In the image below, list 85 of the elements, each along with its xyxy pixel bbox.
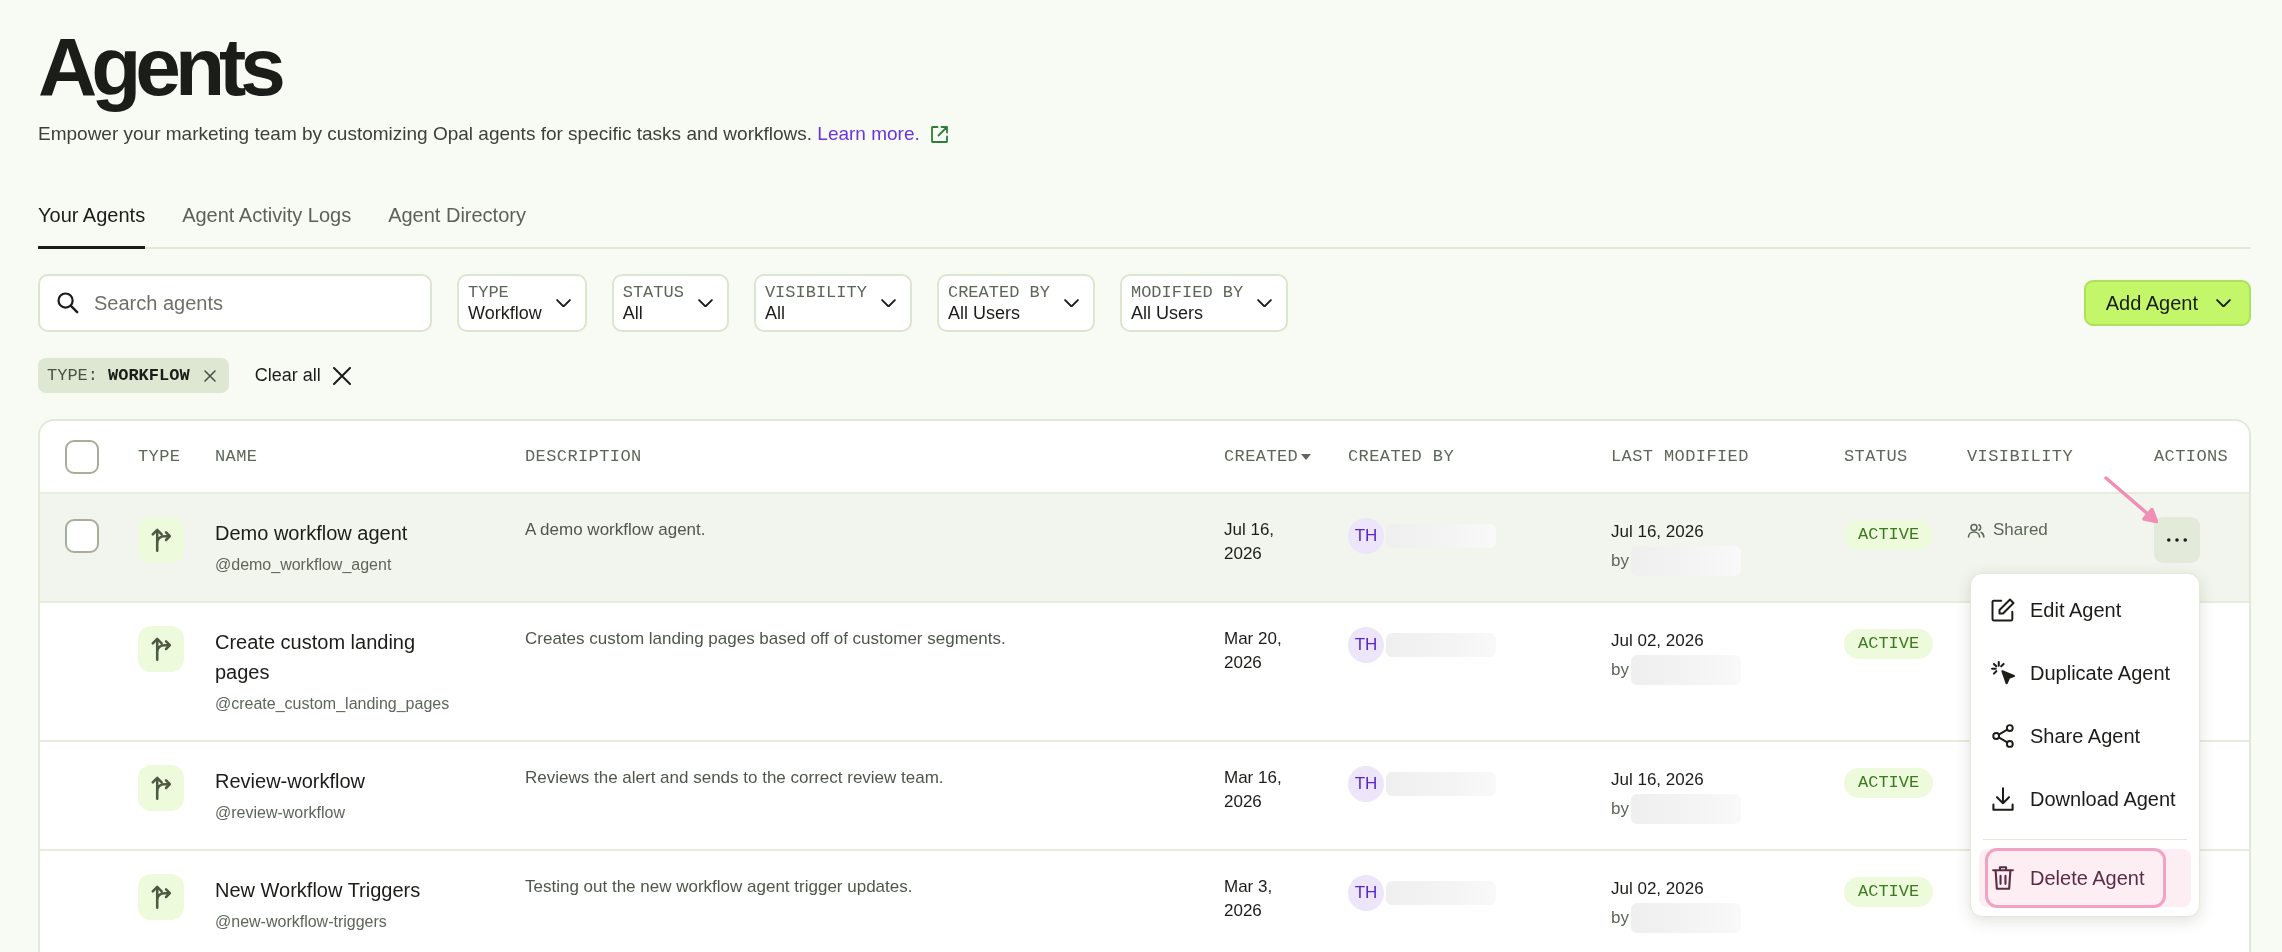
page-title: Agents (38, 22, 280, 112)
agent-name[interactable]: New Workflow Triggers (215, 875, 421, 905)
chevron-down-icon (1063, 298, 1079, 308)
modified-date: Jul 02, 2026 (1611, 878, 1704, 900)
page-description: Empower your marketing team by customizing Opal agents for specific tasks and workflows. Learn more. (38, 120, 948, 148)
agent-name[interactable]: Create custom landing pages (215, 627, 460, 687)
trash-icon (1991, 866, 2015, 890)
modified-by-label: by (1611, 550, 1629, 572)
people-icon (1967, 522, 1985, 538)
learn-more-link[interactable]: Learn more. (817, 120, 948, 148)
close-icon (332, 366, 351, 385)
agent-name[interactable]: Demo workflow agent (215, 518, 408, 548)
chevron-down-icon (2216, 298, 2231, 308)
filter-dropdown[interactable]: MODIFIED BY All Users (1119, 274, 1289, 332)
agent-description: A demo workflow agent. (525, 519, 706, 541)
modified-date: Jul 16, 2026 (1611, 769, 1704, 791)
menu-item[interactable]: Delete Agent (1979, 849, 2191, 907)
cursor-click-icon (1991, 661, 2015, 685)
download-icon (1991, 787, 2015, 811)
modified-by-label: by (1611, 798, 1629, 820)
agent-name[interactable]: Review-workflow (215, 766, 366, 796)
checkbox[interactable] (65, 519, 99, 553)
branch-icon (138, 765, 184, 811)
column-header: DESCRIPTION (525, 446, 642, 467)
tab[interactable]: Your Agents (38, 201, 146, 249)
status-badge: ACTIVE (1844, 877, 1934, 907)
filter-dropdown[interactable]: CREATED BY All Users (936, 274, 1095, 332)
column-header: STATUS (1844, 446, 1908, 467)
status-badge: ACTIVE (1844, 629, 1934, 659)
user-avatar: TH (1348, 875, 1384, 911)
more-button[interactable] (2154, 517, 2200, 563)
chevron-down-icon (555, 298, 571, 308)
created-date: Jul 16, 2026 (1224, 519, 1276, 565)
column-header: LAST MODIFIED (1611, 446, 1749, 467)
column-header: ACTIONS (2154, 446, 2229, 467)
agent-handle: @demo_workflow_agent (215, 555, 392, 575)
visibility-label: Shared (1993, 519, 2048, 541)
modified-by-label: by (1611, 907, 1629, 929)
column-header: CREATED BY (1348, 446, 1455, 467)
branch-icon (138, 626, 184, 672)
more-icon (2167, 538, 2187, 542)
status-badge: ACTIVE (1844, 768, 1934, 798)
branch-icon (138, 517, 184, 563)
table-row[interactable]: Demo workflow agent @demo_workflow_agent A demo workflow agent. Jul 16, 2026 TH Jul 16, 2026 by ACTIVE Shared (40, 494, 2249, 603)
add-agent-button[interactable]: Add Agent (2083, 280, 2251, 326)
clear-all-button[interactable]: Clear all (254, 365, 351, 386)
created-date: Mar 16, 2026 (1224, 767, 1283, 813)
search-icon (57, 292, 79, 314)
chevron-down-icon (880, 298, 896, 308)
menu-item[interactable]: Duplicate Agent (1979, 645, 2191, 701)
status-badge: ACTIVE (1844, 520, 1934, 550)
filter-dropdown[interactable]: TYPE Workflow (457, 274, 587, 332)
created-date: Mar 3, 2026 (1224, 876, 1274, 922)
user-avatar: TH (1348, 766, 1384, 802)
chevron-down-icon (1257, 298, 1273, 308)
checkbox[interactable] (65, 439, 99, 474)
external-link-icon (930, 125, 948, 143)
agent-description: Reviews the alert and sends to the correct review team. (525, 767, 944, 789)
edit-icon (1991, 598, 2015, 622)
filter-chip[interactable]: TYPE: WORKFLOW (38, 358, 229, 393)
tab[interactable]: Agent Directory (388, 201, 526, 249)
search-field[interactable]: Search agents (38, 274, 432, 332)
close-icon (203, 369, 216, 382)
modified-by-label: by (1611, 659, 1629, 681)
created-date: Mar 20, 2026 (1224, 628, 1283, 674)
column-header: VISIBILITY (1967, 446, 2074, 467)
column-header: CREATED (1224, 446, 1299, 467)
share-icon (1991, 724, 2015, 748)
branch-icon (138, 874, 184, 920)
filter-dropdown[interactable]: VISIBILITY All (753, 274, 912, 332)
tab[interactable]: Agent Activity Logs (182, 201, 352, 249)
column-header: NAME (215, 446, 258, 467)
menu-item[interactable]: Download Agent (1979, 771, 2191, 827)
agent-handle: @create_custom_landing_pages (215, 694, 450, 714)
agent-handle: @new-workflow-triggers (215, 912, 387, 932)
user-avatar: TH (1348, 627, 1384, 663)
column-header: TYPE (138, 446, 181, 467)
modified-date: Jul 16, 2026 (1611, 521, 1704, 543)
agent-description: Testing out the new workflow agent trigger updates. (525, 876, 913, 898)
modified-date: Jul 02, 2026 (1611, 630, 1704, 652)
filter-dropdown[interactable]: STATUS All (611, 274, 729, 332)
user-avatar: TH (1348, 518, 1384, 554)
agent-handle: @review-workflow (215, 803, 346, 823)
agent-description: Creates custom landing pages based off of customer segments. (525, 628, 1006, 650)
chevron-down-icon (697, 298, 713, 308)
